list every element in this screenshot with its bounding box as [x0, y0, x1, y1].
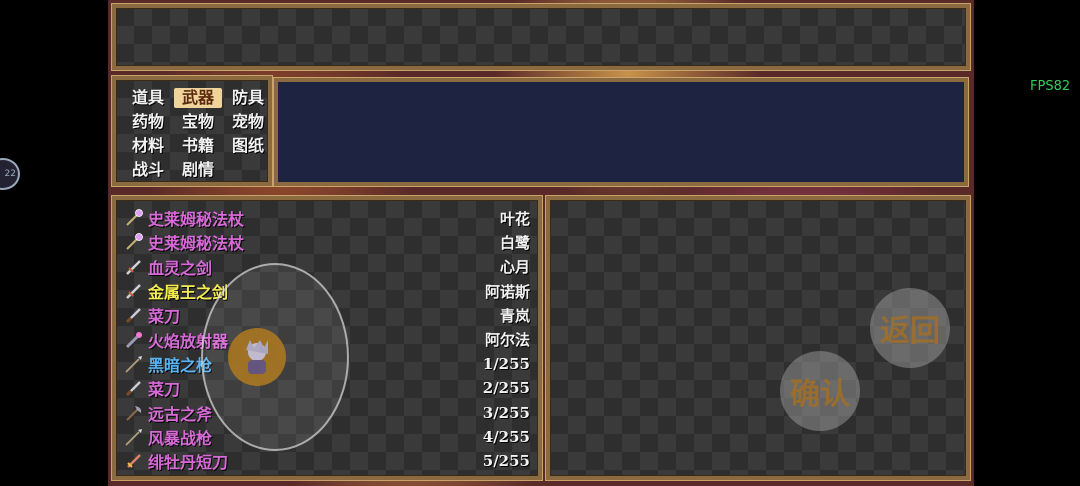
knife-icon	[124, 378, 144, 398]
category-panel: 道具 武器 防具药物 宝物 宠物材料 书籍 图纸战斗 剧情	[112, 76, 272, 186]
virtual-joystick[interactable]	[200, 262, 350, 452]
info-panel	[112, 4, 970, 70]
item-owner: 3/255	[482, 403, 530, 422]
confirm-button[interactable]: 确认	[780, 351, 860, 431]
item-name: 菜刀	[148, 380, 181, 400]
spear-icon	[124, 354, 144, 374]
category-tab[interactable]: 防具	[224, 88, 272, 108]
item-row[interactable]: 史莱姆秘法杖 白鹭	[124, 230, 530, 254]
dagger-icon	[124, 451, 144, 471]
item-owner: 阿诺斯	[484, 282, 530, 301]
item-owner: 叶花	[499, 209, 530, 228]
item-owner: 5/255	[482, 452, 530, 471]
sword-icon	[124, 257, 144, 277]
fps-counter: FPS82	[1030, 79, 1071, 94]
category-tab[interactable]: 药物	[124, 112, 172, 132]
category-tab[interactable]: 宠物	[224, 112, 272, 132]
knife-icon	[124, 305, 144, 325]
staff-icon	[124, 232, 144, 252]
category-grid: 道具 武器 防具药物 宝物 宠物材料 书籍 图纸战斗 剧情	[124, 88, 272, 180]
item-owner: 4/255	[482, 427, 530, 446]
item-owner: 心月	[499, 258, 530, 277]
sword-icon	[124, 281, 144, 301]
joystick-knob[interactable]	[228, 328, 286, 386]
character-avatar-icon	[246, 340, 268, 374]
category-tab[interactable]: 道具	[124, 88, 172, 108]
item-name: 史莱姆秘法杖	[148, 234, 245, 254]
category-tab[interactable]: 图纸	[224, 136, 272, 156]
category-tab[interactable]: 宝物	[174, 112, 222, 132]
side-floating-badge[interactable]: 22	[0, 158, 20, 190]
item-owner: 1/255	[482, 354, 530, 373]
flamethrower-icon	[124, 330, 144, 350]
item-name: 绯牡丹短刀	[148, 453, 229, 473]
axe-icon	[124, 403, 144, 423]
category-tab[interactable]: 剧情	[174, 160, 222, 180]
spear-icon	[124, 427, 144, 447]
category-tab[interactable]: 材料	[124, 136, 172, 156]
description-panel	[274, 78, 968, 186]
category-tab[interactable]: 战斗	[124, 160, 172, 180]
item-name: 菜刀	[148, 307, 181, 327]
item-row[interactable]: 绯牡丹短刀 5/255	[124, 449, 530, 473]
staff-icon	[124, 208, 144, 228]
item-owner: 青岚	[499, 306, 530, 325]
item-owner: 2/255	[482, 379, 530, 398]
item-row[interactable]: 史莱姆秘法杖 叶花	[124, 206, 530, 230]
back-button[interactable]: 返回	[870, 288, 950, 368]
category-tab[interactable]: 武器	[174, 88, 222, 108]
item-name: 史莱姆秘法杖	[148, 210, 245, 230]
item-owner: 白鹭	[499, 233, 530, 252]
category-tab[interactable]: 书籍	[174, 136, 222, 156]
item-owner: 阿尔法	[484, 331, 530, 350]
